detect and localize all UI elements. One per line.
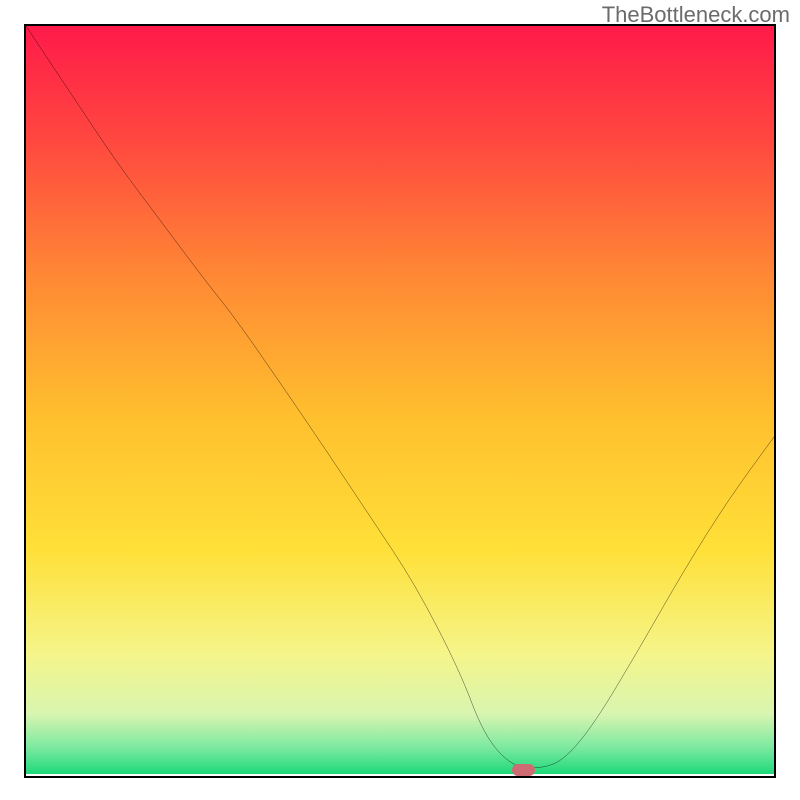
chart-container: TheBottleneck.com xyxy=(0,0,800,800)
plot-area xyxy=(24,24,776,778)
bottleneck-curve xyxy=(26,26,774,776)
watermark-text: TheBottleneck.com xyxy=(602,2,790,28)
minimum-marker xyxy=(512,764,534,775)
